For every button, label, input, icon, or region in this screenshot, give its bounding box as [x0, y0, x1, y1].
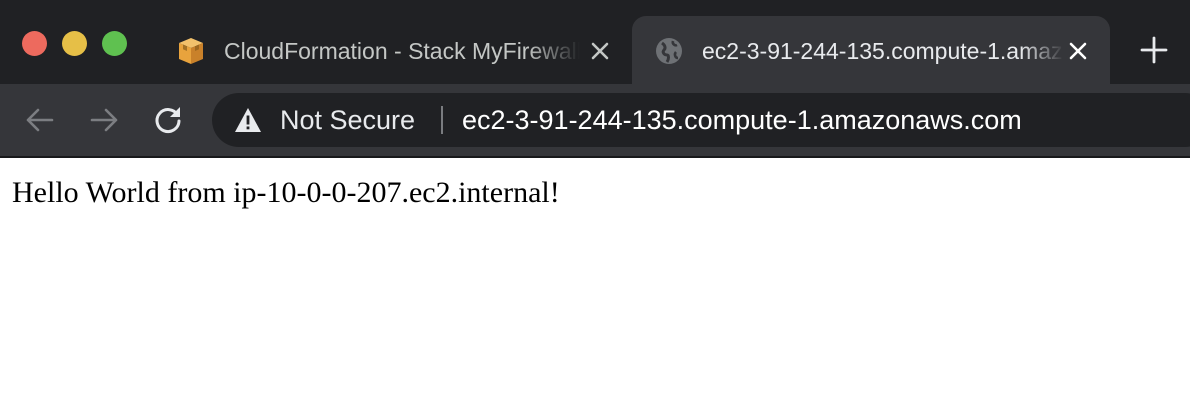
arrow-left-icon[interactable] [22, 102, 58, 138]
page-body-text: Hello World from ip-10-0-0-207.ec2.inter… [12, 176, 560, 209]
browser-toolbar: Not Secure ec2-3-91-244-135.compute-1.am… [0, 84, 1190, 156]
browser-window: CloudFormation - Stack MyFirewall ec2-3-… [0, 0, 1190, 406]
warning-triangle-icon[interactable] [234, 107, 262, 133]
address-bar[interactable]: Not Secure ec2-3-91-244-135.compute-1.am… [212, 93, 1190, 147]
window-minimize-button[interactable] [62, 31, 87, 56]
close-tab-icon[interactable] [586, 37, 614, 65]
arrow-right-icon[interactable] [86, 102, 122, 138]
new-tab-plus-icon[interactable] [1136, 32, 1172, 68]
omnibox-divider [441, 106, 443, 134]
tab-strip: CloudFormation - Stack MyFirewall ec2-3-… [0, 0, 1190, 84]
close-tab-icon[interactable] [1064, 37, 1092, 65]
tab-title: CloudFormation - Stack MyFirewall [224, 38, 580, 64]
aws-box-icon [176, 36, 206, 66]
tab-ec2-instance[interactable]: ec2-3-91-244-135.compute-1.amazonaws.com [632, 16, 1110, 84]
window-maximize-button[interactable] [102, 31, 127, 56]
security-status-label[interactable]: Not Secure [280, 101, 415, 139]
window-close-button[interactable] [22, 31, 47, 56]
globe-icon [654, 36, 684, 66]
url-text[interactable]: ec2-3-91-244-135.compute-1.amazonaws.com [462, 101, 1022, 139]
page-content: Hello World from ip-10-0-0-207.ec2.inter… [0, 158, 1190, 406]
tab-cloudformation[interactable]: CloudFormation - Stack MyFirewall [160, 16, 626, 84]
tab-title: ec2-3-91-244-135.compute-1.amazonaws.com [702, 38, 1064, 64]
reload-icon[interactable] [150, 102, 186, 138]
